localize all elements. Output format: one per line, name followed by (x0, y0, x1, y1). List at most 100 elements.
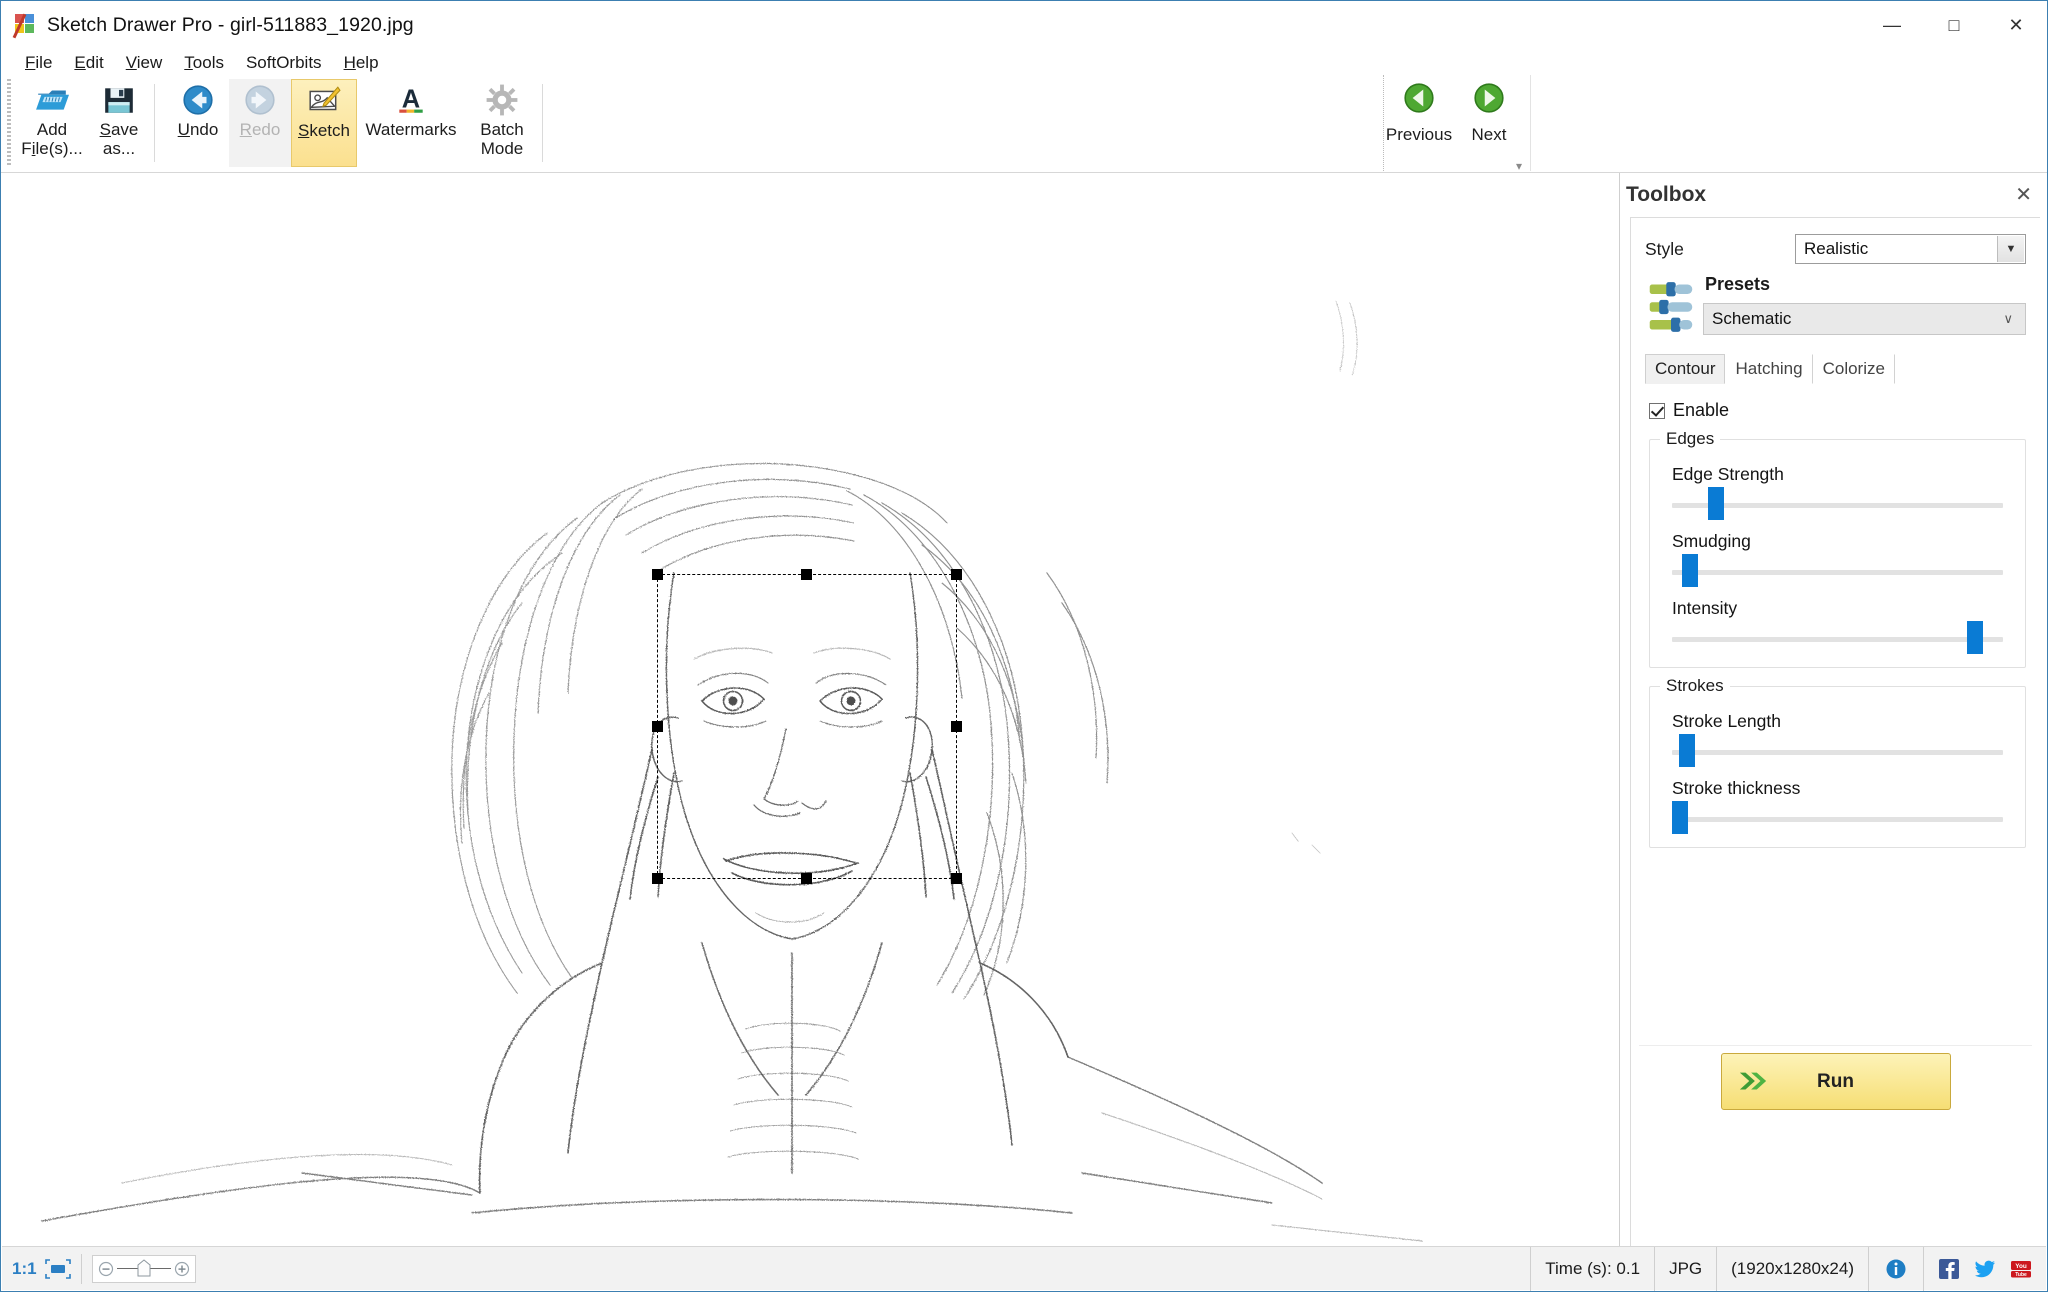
resize-handle-s[interactable] (801, 873, 812, 884)
menu-bar: File Edit View Tools SoftOrbits Help (1, 49, 2047, 77)
window-controls: — □ ✕ (1861, 1, 2047, 49)
smudging-thumb[interactable] (1681, 554, 1698, 587)
edge-strength-slider[interactable] (1672, 487, 2003, 520)
enable-checkbox[interactable] (1649, 402, 1665, 419)
style-value: Realistic (1804, 239, 1869, 258)
undo-button[interactable]: Undo (167, 79, 229, 167)
resize-handle-ne[interactable] (951, 569, 962, 580)
menu-item-view[interactable]: View (116, 51, 173, 75)
fit-to-window-icon[interactable] (44, 1258, 71, 1279)
sketch-drawer-icon (12, 13, 37, 39)
stroke-thickness-track[interactable] (1672, 817, 2003, 822)
resize-handle-se[interactable] (951, 873, 962, 884)
menu-item-edit[interactable]: Edit (64, 51, 113, 75)
minimize-button[interactable]: — (1861, 1, 1923, 49)
stroke-length-track[interactable] (1672, 750, 2003, 755)
presets-sliders-icon (1649, 282, 1693, 332)
youtube-icon[interactable]: You Tube (2010, 1258, 2032, 1280)
batch-mode-icon (486, 84, 518, 116)
menu-item-tools[interactable]: Tools (174, 51, 234, 75)
selection-rectangle[interactable] (652, 569, 962, 884)
watermarks-button[interactable]: A Watermarks (357, 79, 465, 167)
toolbox-close-icon[interactable]: ✕ (2015, 185, 2032, 205)
status-left: 1:1 (2, 1247, 196, 1291)
presets-value: Schematic (1712, 309, 1792, 328)
style-row: Style Realistic ▼ (1631, 226, 2040, 272)
resize-handle-n[interactable] (801, 569, 812, 580)
add-files-icon (36, 90, 69, 110)
zoom-slider-thumb[interactable] (137, 1259, 151, 1277)
smudging-slider[interactable] (1672, 554, 2003, 587)
zoom-out-icon[interactable] (98, 1261, 114, 1277)
toolbox-body: Style Realistic ▼ Presets Schematic ∨ Co… (1630, 217, 2040, 1246)
title-bar: Sketch Drawer Pro - girl-511883_1920.jpg… (1, 1, 2047, 49)
facebook-icon[interactable] (1938, 1258, 1960, 1280)
undo-icon (183, 85, 213, 115)
edges-group: Edges Edge Strength Smudging Intensity (1649, 429, 2026, 668)
toolbox-divider (1639, 1045, 2032, 1046)
next-arrow-icon (1474, 83, 1504, 113)
close-button[interactable]: ✕ (1985, 1, 2047, 49)
stroke-length-label: Stroke Length (1672, 711, 1781, 731)
zoom-slider[interactable] (91, 1254, 196, 1283)
enable-row[interactable]: Enable (1649, 400, 2040, 421)
edge-strength-thumb[interactable] (1708, 487, 1725, 520)
watermarks-icon: A (399, 85, 423, 113)
toolbar-separator-2 (542, 84, 543, 162)
strokes-group: Strokes Stroke Length Stroke thickness (1649, 676, 2026, 848)
effect-tabs: Contour Hatching Colorize (1645, 354, 2040, 384)
previous-button[interactable]: Previous (1384, 81, 1454, 145)
toolbar-group-history: Undo Redo Sketch A Watermarks Batch Mode (167, 79, 546, 169)
resize-handle-sw[interactable] (652, 873, 663, 884)
status-time: Time (s): 0.1 (1531, 1246, 1656, 1291)
previous-arrow-icon (1404, 83, 1434, 113)
presets-dropdown[interactable]: Schematic ∨ (1703, 303, 2026, 335)
maximize-button[interactable]: □ (1923, 1, 1985, 49)
ribbon-expand-icon[interactable]: ▾ (1516, 159, 1530, 173)
resize-handle-nw[interactable] (652, 569, 663, 580)
next-button[interactable]: Next (1454, 81, 1524, 145)
stroke-length-thumb[interactable] (1678, 734, 1695, 767)
resize-handle-w[interactable] (652, 720, 663, 732)
tab-colorize[interactable]: Colorize (1813, 354, 1895, 384)
style-dropdown[interactable]: Realistic ▼ (1795, 234, 2026, 264)
image-canvas[interactable] (2, 173, 1619, 1246)
menu-item-file[interactable]: File (15, 51, 62, 75)
chevron-down-icon[interactable]: ▼ (1997, 236, 2024, 262)
zoom-in-icon[interactable] (174, 1261, 190, 1277)
application-window: Sketch Drawer Pro - girl-511883_1920.jpg… (0, 0, 2048, 1292)
resize-handle-e[interactable] (951, 720, 962, 732)
zoom-ratio-label[interactable]: 1:1 (2, 1259, 45, 1279)
status-info[interactable] (1869, 1246, 1924, 1291)
toolbar-grip[interactable] (7, 79, 11, 167)
previous-label: Previous (1385, 125, 1453, 144)
batch-mode-button[interactable]: Batch Mode (465, 79, 539, 167)
stroke-thickness-slider[interactable] (1672, 801, 2003, 834)
status-format: JPG (1655, 1246, 1718, 1291)
smudging-track[interactable] (1672, 570, 2003, 575)
redo-button[interactable]: Redo (229, 79, 291, 167)
stroke-thickness-thumb[interactable] (1672, 801, 1688, 834)
tab-hatching[interactable]: Hatching (1725, 354, 1813, 384)
sketch-icon (309, 86, 341, 111)
green-double-arrow-icon (1739, 1072, 1766, 1090)
tab-contour[interactable]: Contour (1645, 354, 1726, 384)
menu-item-softorbits[interactable]: SoftOrbits (236, 51, 332, 75)
svg-text:You: You (2015, 1263, 2027, 1270)
status-right: Time (s): 0.1 JPG (1920x1280x24) You Tub… (1530, 1246, 2046, 1291)
watermarks-label: Watermarks (365, 120, 457, 139)
intensity-track[interactable] (1672, 637, 2003, 642)
sketch-button[interactable]: Sketch (291, 79, 357, 167)
twitter-icon[interactable] (1974, 1258, 1996, 1280)
save-as-button[interactable]: Save as... (87, 79, 151, 167)
stroke-length-slider[interactable] (1672, 734, 2003, 767)
smudging-label: Smudging (1672, 531, 1751, 551)
info-icon[interactable] (1885, 1258, 1907, 1280)
intensity-thumb[interactable] (1966, 621, 1983, 654)
run-button[interactable]: Run (1720, 1053, 1951, 1110)
menu-item-help[interactable]: Help (334, 51, 389, 75)
add-files-button[interactable]: Add File(s)... (17, 79, 87, 167)
chevron-down-icon-presets[interactable]: ∨ (2003, 311, 2013, 327)
intensity-slider[interactable] (1672, 621, 2003, 654)
redo-icon (245, 85, 275, 115)
